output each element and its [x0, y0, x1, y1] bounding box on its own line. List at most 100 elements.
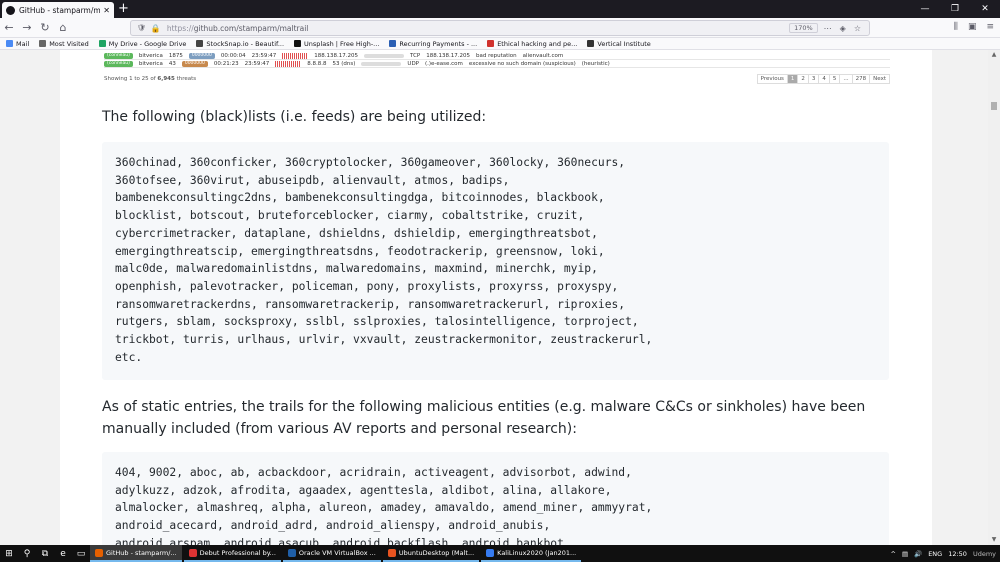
library-icon[interactable]: ⫼ [954, 22, 958, 32]
trail-cell: 188.138.17.205 [426, 52, 470, 59]
home-icon[interactable]: ⌂ [54, 21, 72, 34]
bookmark-item[interactable]: Mail [6, 40, 29, 48]
browser-tab[interactable]: GitHub - stamparm/maltrail: M ✕ [2, 2, 114, 18]
scroll-down-icon[interactable]: ▼ [988, 535, 1000, 545]
shield-icon[interactable]: 🛡 [137, 24, 146, 32]
navigation-bar: ← → ↻ ⌂ 🛡 🔒 https://github.com/stamparm/… [0, 18, 1000, 38]
pager-page[interactable]: 278 [851, 74, 871, 84]
pager-next[interactable]: Next [869, 74, 890, 84]
clock[interactable]: 12:50 [948, 550, 967, 558]
showing-count: Showing 1 to 25 of 6,945 threats [104, 76, 196, 82]
count-cell: 43 [168, 60, 176, 67]
status-badge: (conneau) [104, 52, 133, 59]
static-entries-intro: As of static entries, the trails for the… [102, 399, 866, 437]
windows-start-icon[interactable]: ⊞ [0, 549, 18, 559]
network-icon[interactable]: ▤ [902, 550, 908, 558]
ubuntu-vm-icon [387, 548, 396, 557]
bookmark-item[interactable]: Unsplash | Free High-... [294, 40, 379, 48]
info-cell: excessive no such domain (suspicious) [468, 60, 576, 67]
system-tray: ^ ▤ 🔊 ENG 12:50 Udemy [890, 545, 996, 562]
table-row[interactable]: (conneau) bitverica 1875 0000000 00:00:0… [104, 52, 890, 60]
back-icon[interactable]: ← [0, 21, 18, 34]
bookmark-label: Most Visited [49, 39, 89, 48]
taskbar-app-label: Debut Professional by... [199, 548, 276, 557]
volume-icon[interactable]: 🔊 [914, 550, 922, 558]
more-icon[interactable]: ⋯ [824, 24, 832, 33]
file-explorer-icon[interactable]: ▭ [72, 549, 90, 559]
tray-chevron-icon[interactable]: ^ [890, 550, 895, 558]
bookmark-star-icon[interactable]: ☆ [854, 24, 861, 33]
table-row[interactable]: (conneau) bitverica 43 0000000 00:21:23 … [104, 60, 890, 68]
taskbar-app-label: UbuntuDesktop (Malt... [398, 548, 475, 557]
sidebar-icon[interactable]: ▣ [968, 22, 977, 32]
lock-icon[interactable]: 🔒 [151, 24, 161, 33]
minimize-button[interactable]: — [910, 0, 940, 18]
language-indicator[interactable]: ENG [928, 550, 942, 558]
proto-cell: TCP [410, 52, 421, 59]
udemy-watermark: Udemy [972, 549, 996, 558]
reload-icon[interactable]: ↻ [36, 21, 54, 34]
pager-previous[interactable]: Previous [756, 74, 788, 84]
bookmark-label: Mail [16, 39, 30, 48]
src-ip-cell: 188.138.17.205 [314, 52, 359, 59]
url-host: github.com/stamparm/maltrail [193, 23, 309, 33]
taskbar-app-virtualbox[interactable]: Oracle VM VirtualBox ... [282, 545, 381, 562]
trail-cell: (.)e-ease.com [425, 60, 463, 67]
page-viewport: (conneau) bitverica 1875 0000000 00:00:0… [0, 50, 1000, 545]
scroll-thumb[interactable] [991, 102, 997, 110]
bookmark-label: Unsplash | Free High-... [304, 39, 380, 48]
zoom-indicator[interactable]: 170% [789, 23, 818, 33]
label-badge: 0000000 [181, 60, 208, 67]
sparkline [282, 52, 309, 59]
feeds-code-block: 360chinad, 360conficker, 360cryptolocker… [102, 142, 889, 380]
info-cell: bad reputation [475, 52, 517, 59]
url-text[interactable]: https://github.com/stamparm/maltrail [167, 24, 789, 33]
taskbar-app-label: Oracle VM VirtualBox ... [298, 548, 376, 557]
bookmark-item[interactable]: My Drive - Google Drive [98, 40, 186, 48]
bookmark-label: StockSnap.io - Beautif... [206, 39, 285, 48]
tab-title: GitHub - stamparm/maltrail: M [19, 5, 101, 15]
pocket-icon[interactable]: ◈ [840, 24, 846, 33]
forward-icon[interactable]: → [18, 21, 36, 34]
unsplash-icon [294, 40, 302, 47]
drive-icon [98, 40, 106, 47]
bookmark-item[interactable]: Recurring Payments - ... [389, 40, 477, 48]
bookmark-item[interactable]: StockSnap.io - Beautif... [196, 40, 284, 48]
gear-icon [39, 40, 47, 47]
bookmarks-bar: Mail Most Visited My Drive - Google Driv… [0, 38, 1000, 50]
pager-ellipsis: ... [839, 74, 853, 84]
redacted-cell [364, 53, 405, 58]
src-ip-cell: 8.8.8.8 [307, 60, 327, 67]
port-cell: 53 (dns) [332, 60, 356, 67]
new-tab-button[interactable]: + [118, 1, 129, 17]
close-window-button[interactable]: ✕ [970, 0, 1000, 18]
edge-icon[interactable]: e [54, 549, 72, 559]
bookmark-item[interactable]: Vertical Institute [587, 39, 651, 48]
page-scrollbar[interactable]: ▲ ▼ [988, 50, 1000, 545]
bookmark-item[interactable]: Ethical hacking and pe... [487, 40, 577, 48]
sensor-cell: bitverica [138, 60, 163, 67]
address-bar[interactable]: 🛡 🔒 https://github.com/stamparm/maltrail… [130, 20, 870, 36]
taskbar-app-debut[interactable]: Debut Professional by... [183, 545, 281, 562]
bookmark-item[interactable]: Most Visited [39, 40, 89, 48]
taskbar-app-firefox[interactable]: GitHub - stamparm/... [90, 545, 182, 562]
maximize-button[interactable]: ❐ [940, 0, 970, 18]
menu-icon[interactable]: ≡ [986, 22, 994, 32]
close-tab-icon[interactable]: ✕ [103, 6, 110, 15]
camera-icon [196, 40, 204, 47]
window-controls: — ❐ ✕ [910, 0, 1000, 18]
task-view-icon[interactable]: ⧉ [36, 549, 54, 559]
first-seen-cell: 00:00:04 [220, 52, 246, 59]
showing-prefix: Showing 1 to 25 of [104, 76, 156, 82]
scroll-up-icon[interactable]: ▲ [988, 50, 1000, 60]
reference-cell: alienvault.com [522, 52, 564, 59]
sparkline [275, 60, 302, 67]
bookmark-label: Vertical Institute [597, 39, 651, 48]
showing-suffix: threats [176, 76, 197, 82]
taskbar-app-kali[interactable]: KaliLinux2020 (Jan201... [481, 545, 582, 562]
search-icon[interactable]: ⚲ [18, 549, 36, 559]
toolbar-right: ⫼ ▣ ≡ [954, 22, 994, 32]
firefox-icon [95, 548, 103, 557]
taskbar-app-ubuntu[interactable]: UbuntuDesktop (Malt... [382, 545, 480, 562]
last-seen-cell: 23:59:47 [244, 60, 270, 67]
